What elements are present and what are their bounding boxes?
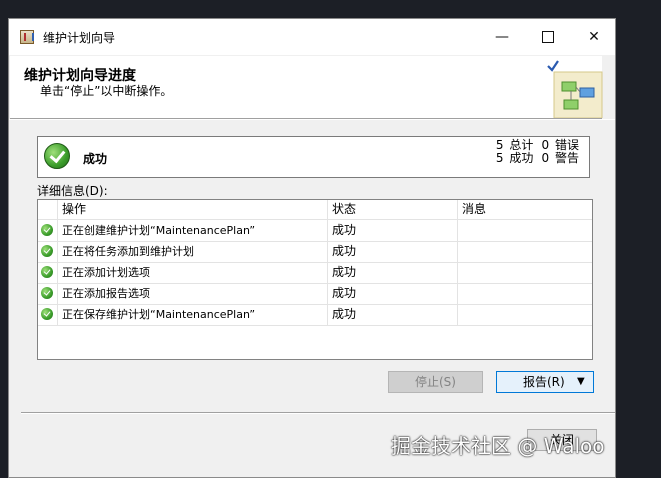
details-grid[interactable]: 操作 状态 消息 正在创建维护计划“MaintenancePlan” 成功 正在… <box>37 199 593 360</box>
warning-label: 警告 <box>554 151 579 165</box>
row-status: 成功 <box>328 304 458 325</box>
table-row[interactable]: 正在创建维护计划“MaintenancePlan” 成功 <box>38 220 592 242</box>
minimize-button[interactable]: — <box>479 19 525 55</box>
wizard-window: 维护计划向导 — ✕ 维护计划向导进度 单击“停止”以中断操作。 成功 5 总计… <box>8 18 616 478</box>
header-divider <box>9 119 615 120</box>
header-subtitle: 单击“停止”以中断操作。 <box>40 84 173 98</box>
row-message <box>458 241 592 262</box>
row-operation: 正在将任务添加到维护计划 <box>58 241 328 262</box>
title-bar: 维护计划向导 — ✕ <box>9 19 615 55</box>
row-operation: 正在添加计划选项 <box>58 262 328 283</box>
success-check-icon <box>41 287 53 299</box>
success-check-icon <box>41 245 53 257</box>
maximize-button[interactable] <box>525 19 571 55</box>
success-check-icon <box>41 308 53 320</box>
grid-header: 操作 状态 消息 <box>38 200 592 220</box>
row-message <box>458 283 592 304</box>
close-window-button[interactable]: ✕ <box>571 19 615 55</box>
row-message <box>458 220 592 241</box>
warning-count: 0 <box>541 151 550 165</box>
table-row[interactable]: 正在添加计划选项 成功 <box>38 262 592 284</box>
column-header-operation[interactable]: 操作 <box>58 200 328 219</box>
report-button[interactable]: 报告(R) ▼ <box>496 371 594 393</box>
row-status: 成功 <box>328 262 458 283</box>
table-row[interactable]: 正在保存维护计划“MaintenancePlan” 成功 <box>38 304 592 326</box>
row-operation: 正在创建维护计划“MaintenancePlan” <box>58 220 328 241</box>
success-check-icon <box>44 143 70 169</box>
status-label: 成功 <box>83 152 108 166</box>
status-panel: 成功 5 总计 0 错误 5 成功 0 警告 <box>37 136 590 178</box>
wizard-graphic-icon <box>547 60 603 118</box>
row-operation: 正在添加报告选项 <box>58 283 328 304</box>
row-message <box>458 262 592 283</box>
maximize-icon <box>542 31 554 43</box>
wizard-header: 维护计划向导进度 单击“停止”以中断操作。 <box>10 56 603 119</box>
window-title: 维护计划向导 <box>43 31 116 45</box>
success-count: 5 <box>495 151 504 165</box>
table-row[interactable]: 正在将任务添加到维护计划 成功 <box>38 241 592 263</box>
success-check-icon <box>41 224 53 236</box>
details-label: 详细信息(D): <box>37 184 108 198</box>
row-status: 成功 <box>328 220 458 241</box>
stop-button[interactable]: 停止(S) <box>388 371 483 393</box>
row-status: 成功 <box>328 241 458 262</box>
watermark-text: 掘金技术社区 @ Waloo <box>391 434 605 458</box>
table-row[interactable]: 正在添加报告选项 成功 <box>38 283 592 305</box>
report-button-label: 报告(R) <box>523 375 565 389</box>
row-message <box>458 304 592 325</box>
column-header-icon <box>38 200 58 219</box>
row-status: 成功 <box>328 283 458 304</box>
column-header-status[interactable]: 状态 <box>328 200 458 219</box>
app-icon <box>20 30 34 44</box>
column-header-message[interactable]: 消息 <box>458 200 592 219</box>
success-label: 成功 <box>509 151 534 165</box>
status-counts: 5 总计 0 错误 5 成功 0 警告 <box>494 139 581 165</box>
dropdown-arrow-icon: ▼ <box>577 376 585 387</box>
row-operation: 正在保存维护计划“MaintenancePlan” <box>58 304 328 325</box>
success-check-icon <box>41 266 53 278</box>
